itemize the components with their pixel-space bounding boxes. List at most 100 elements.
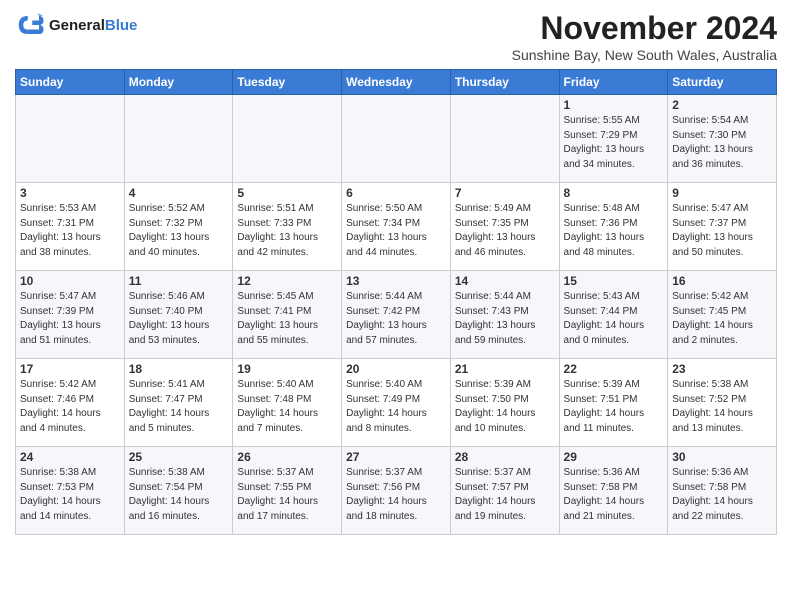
day-number: 3 [20,186,120,200]
calendar-cell: 1 Sunrise: 5:55 AM Sunset: 7:29 PM Daylig… [559,95,668,183]
calendar-cell: 22 Sunrise: 5:39 AM Sunset: 7:51 PM Dayli… [559,359,668,447]
day-info: Sunrise: 5:43 AM Sunset: 7:44 PM Dayligh… [564,290,664,348]
day-number: 20 [346,362,446,376]
header-saturday: Saturday [668,70,777,95]
day-info: Sunrise: 5:38 AM Sunset: 7:54 PM Dayligh… [129,466,229,524]
weekday-header-row: Sunday Monday Tuesday Wednesday Thursday… [16,70,777,95]
header-monday: Monday [124,70,233,95]
day-number: 9 [672,186,772,200]
calendar-cell: 9 Sunrise: 5:47 AM Sunset: 7:37 PM Daylig… [668,183,777,271]
calendar-cell: 18Sunrise: 5:41 AM Sunset: 7:47 PM Dayli… [124,359,233,447]
header: GeneralBlue November 2024 Sunshine Bay, … [15,10,777,63]
day-info: Sunrise: 5:40 AM Sunset: 7:49 PM Dayligh… [346,378,446,436]
day-info: Sunrise: 5:52 AM Sunset: 7:32 PM Dayligh… [129,202,229,260]
day-number: 28 [455,450,555,464]
day-number: 11 [129,274,229,288]
day-number: 14 [455,274,555,288]
header-tuesday: Tuesday [233,70,342,95]
calendar-cell: 25 Sunrise: 5:38 AM Sunset: 7:54 PM Dayli… [124,447,233,535]
calendar-table: Sunday Monday Tuesday Wednesday Thursday… [15,69,777,535]
day-info: Sunrise: 5:42 AM Sunset: 7:45 PM Dayligh… [672,290,772,348]
day-info: Sunrise: 5:54 AM Sunset: 7:30 PM Dayligh… [672,114,772,172]
day-number: 18 [129,362,229,376]
day-info: Sunrise: 5:38 AM Sunset: 7:53 PM Dayligh… [20,466,120,524]
day-info: Sunrise: 5:47 AM Sunset: 7:37 PM Dayligh… [672,202,772,260]
calendar-week-row-4: 17 Sunrise: 5:42 AM Sunset: 7:46 PM Dayli… [16,359,777,447]
day-info: Sunrise: 5:49 AM Sunset: 7:35 PM Dayligh… [455,202,555,260]
calendar-cell [124,95,233,183]
day-number: 17 [20,362,120,376]
calendar-cell: 21 Sunrise: 5:39 AM Sunset: 7:50 PM Dayli… [450,359,559,447]
calendar-cell [233,95,342,183]
header-thursday: Thursday [450,70,559,95]
day-info: Sunrise: 5:55 AM Sunset: 7:29 PM Dayligh… [564,114,664,172]
day-info: Sunrise: 5:42 AM Sunset: 7:46 PM Dayligh… [20,378,120,436]
calendar-cell: 6 Sunrise: 5:50 AM Sunset: 7:34 PM Daylig… [342,183,451,271]
day-number: 21 [455,362,555,376]
day-number: 16 [672,274,772,288]
day-number: 30 [672,450,772,464]
day-info: Sunrise: 5:39 AM Sunset: 7:50 PM Dayligh… [455,378,555,436]
logo-icon [15,10,45,40]
day-number: 15 [564,274,664,288]
calendar-week-row-2: 3 Sunrise: 5:53 AM Sunset: 7:31 PM Daylig… [16,183,777,271]
calendar-cell: 20 Sunrise: 5:40 AM Sunset: 7:49 PM Dayli… [342,359,451,447]
day-info: Sunrise: 5:36 AM Sunset: 7:58 PM Dayligh… [672,466,772,524]
day-number: 24 [20,450,120,464]
calendar-cell: 11Sunrise: 5:46 AM Sunset: 7:40 PM Dayli… [124,271,233,359]
day-info: Sunrise: 5:50 AM Sunset: 7:34 PM Dayligh… [346,202,446,260]
calendar-week-row-1: 1 Sunrise: 5:55 AM Sunset: 7:29 PM Daylig… [16,95,777,183]
page: GeneralBlue November 2024 Sunshine Bay, … [0,0,792,545]
calendar-cell: 30 Sunrise: 5:36 AM Sunset: 7:58 PM Dayli… [668,447,777,535]
day-info: Sunrise: 5:48 AM Sunset: 7:36 PM Dayligh… [564,202,664,260]
day-info: Sunrise: 5:38 AM Sunset: 7:52 PM Dayligh… [672,378,772,436]
calendar-cell: 12Sunrise: 5:45 AM Sunset: 7:41 PM Dayli… [233,271,342,359]
day-info: Sunrise: 5:39 AM Sunset: 7:51 PM Dayligh… [564,378,664,436]
day-number: 7 [455,186,555,200]
logo-text: GeneralBlue [49,17,137,34]
calendar-cell: 3 Sunrise: 5:53 AM Sunset: 7:31 PM Daylig… [16,183,125,271]
calendar-cell: 5Sunrise: 5:51 AM Sunset: 7:33 PM Daylig… [233,183,342,271]
calendar-cell: 27 Sunrise: 5:37 AM Sunset: 7:56 PM Dayli… [342,447,451,535]
day-number: 27 [346,450,446,464]
day-number: 10 [20,274,120,288]
day-number: 23 [672,362,772,376]
logo: GeneralBlue [15,10,137,40]
calendar-cell: 28 Sunrise: 5:37 AM Sunset: 7:57 PM Dayli… [450,447,559,535]
calendar-cell: 16 Sunrise: 5:42 AM Sunset: 7:45 PM Dayli… [668,271,777,359]
calendar-subtitle: Sunshine Bay, New South Wales, Australia [512,47,777,63]
calendar-cell: 23 Sunrise: 5:38 AM Sunset: 7:52 PM Dayli… [668,359,777,447]
day-info: Sunrise: 5:44 AM Sunset: 7:43 PM Dayligh… [455,290,555,348]
calendar-cell: 8 Sunrise: 5:48 AM Sunset: 7:36 PM Daylig… [559,183,668,271]
calendar-cell: 7 Sunrise: 5:49 AM Sunset: 7:35 PM Daylig… [450,183,559,271]
calendar-cell [16,95,125,183]
calendar-cell [450,95,559,183]
calendar-cell: 24 Sunrise: 5:38 AM Sunset: 7:53 PM Dayli… [16,447,125,535]
day-info: Sunrise: 5:37 AM Sunset: 7:55 PM Dayligh… [237,466,337,524]
calendar-cell: 4Sunrise: 5:52 AM Sunset: 7:32 PM Daylig… [124,183,233,271]
calendar-cell: 14 Sunrise: 5:44 AM Sunset: 7:43 PM Dayli… [450,271,559,359]
day-info: Sunrise: 5:37 AM Sunset: 7:56 PM Dayligh… [346,466,446,524]
day-number: 29 [564,450,664,464]
calendar-title: November 2024 [512,10,777,47]
day-info: Sunrise: 5:37 AM Sunset: 7:57 PM Dayligh… [455,466,555,524]
day-number: 12 [237,274,337,288]
day-number: 6 [346,186,446,200]
calendar-cell: 17 Sunrise: 5:42 AM Sunset: 7:46 PM Dayli… [16,359,125,447]
title-area: November 2024 Sunshine Bay, New South Wa… [512,10,777,63]
calendar-week-row-3: 10 Sunrise: 5:47 AM Sunset: 7:39 PM Dayli… [16,271,777,359]
day-info: Sunrise: 5:47 AM Sunset: 7:39 PM Dayligh… [20,290,120,348]
day-info: Sunrise: 5:53 AM Sunset: 7:31 PM Dayligh… [20,202,120,260]
day-number: 8 [564,186,664,200]
day-number: 22 [564,362,664,376]
header-friday: Friday [559,70,668,95]
calendar-cell: 13 Sunrise: 5:44 AM Sunset: 7:42 PM Dayli… [342,271,451,359]
calendar-cell: 10 Sunrise: 5:47 AM Sunset: 7:39 PM Dayli… [16,271,125,359]
day-number: 25 [129,450,229,464]
day-number: 1 [564,98,664,112]
day-number: 2 [672,98,772,112]
day-number: 5 [237,186,337,200]
day-number: 13 [346,274,446,288]
day-info: Sunrise: 5:44 AM Sunset: 7:42 PM Dayligh… [346,290,446,348]
day-number: 19 [237,362,337,376]
